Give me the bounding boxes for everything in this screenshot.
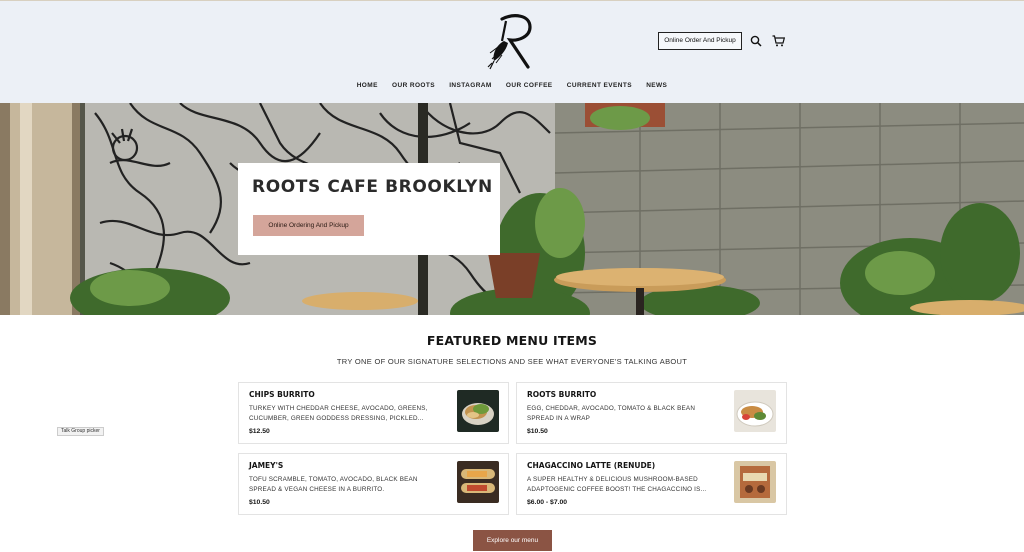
menu-item-name: CHIPS BURRITO <box>249 390 315 399</box>
nav-instagram[interactable]: INSTAGRAM <box>449 82 491 89</box>
menu-item-name: ROOTS BURRITO <box>527 390 597 399</box>
nav-current-events[interactable]: CURRENT EVENTS <box>567 82 632 89</box>
main-nav: HOME OUR ROOTS INSTAGRAM OUR COFFEE CURR… <box>0 82 1024 89</box>
menu-item-card[interactable]: CHAGACCINO LATTE (RENUDE) A SUPER HEALTH… <box>516 453 787 515</box>
menu-item-name: JAMEY'S <box>249 461 284 470</box>
nav-our-coffee[interactable]: OUR COFFEE <box>506 82 553 89</box>
nav-news[interactable]: NEWS <box>646 82 667 89</box>
nav-home[interactable]: HOME <box>357 82 378 89</box>
menu-item-image <box>457 390 499 432</box>
menu-item-image <box>457 461 499 503</box>
hero-card: ROOTS CAFE BROOKLYN Online Ordering And … <box>238 163 500 255</box>
menu-item-description: TURKEY WITH CHEDDAR CHEESE, AVOCADO, GRE… <box>249 405 428 422</box>
menu-item-price: $10.50 <box>527 428 548 435</box>
roots-logo[interactable] <box>484 11 540 71</box>
menu-item-image <box>734 390 776 432</box>
menu-item-price: $6.00 - $7.00 <box>527 499 568 506</box>
menu-item-price: $12.50 <box>249 428 270 435</box>
hero-title: ROOTS CAFE BROOKLYN <box>252 177 493 197</box>
menu-item-card[interactable]: JAMEY'S TOFU SCRAMBLE, TOMATO, AVOCADO, … <box>238 453 509 515</box>
explore-menu-button[interactable]: Explore our menu <box>473 530 552 551</box>
menu-item-card[interactable]: CHIPS BURRITO TURKEY WITH CHEDDAR CHEESE… <box>238 382 509 444</box>
menu-item-description: EGG, CHEDDAR, AVOCADO, TOMATO & BLACK BE… <box>527 405 696 422</box>
site-header: Online Order And Pickup HOME OUR ROOTS I… <box>0 0 1024 103</box>
menu-item-description: TOFU SCRAMBLE, TOMATO, AVOCADO, BLACK BE… <box>249 476 418 493</box>
hero-background-image <box>0 103 1024 315</box>
hero-banner: ROOTS CAFE BROOKLYN Online Ordering And … <box>0 103 1024 315</box>
nav-our-roots[interactable]: OUR ROOTS <box>392 82 435 89</box>
talk-group-picker-tooltip: Talk Group picker <box>57 427 104 436</box>
online-ordering-button[interactable]: Online Ordering And Pickup <box>253 215 364 236</box>
cart-icon[interactable] <box>772 35 785 47</box>
featured-title: FEATURED MENU ITEMS <box>426 333 598 348</box>
search-icon[interactable] <box>750 35 762 47</box>
menu-item-card[interactable]: ROOTS BURRITO EGG, CHEDDAR, AVOCADO, TOM… <box>516 382 787 444</box>
featured-subtitle: TRY ONE OF OUR SIGNATURE SELECTIONS AND … <box>336 357 688 366</box>
menu-item-name: CHAGACCINO LATTE (RENUDE) <box>527 461 656 470</box>
menu-item-description: A SUPER HEALTHY & DELICIOUS MUSHROOM-BAS… <box>527 476 707 493</box>
menu-item-image <box>734 461 776 503</box>
menu-item-price: $10.50 <box>249 499 270 506</box>
online-order-button[interactable]: Online Order And Pickup <box>658 32 742 50</box>
